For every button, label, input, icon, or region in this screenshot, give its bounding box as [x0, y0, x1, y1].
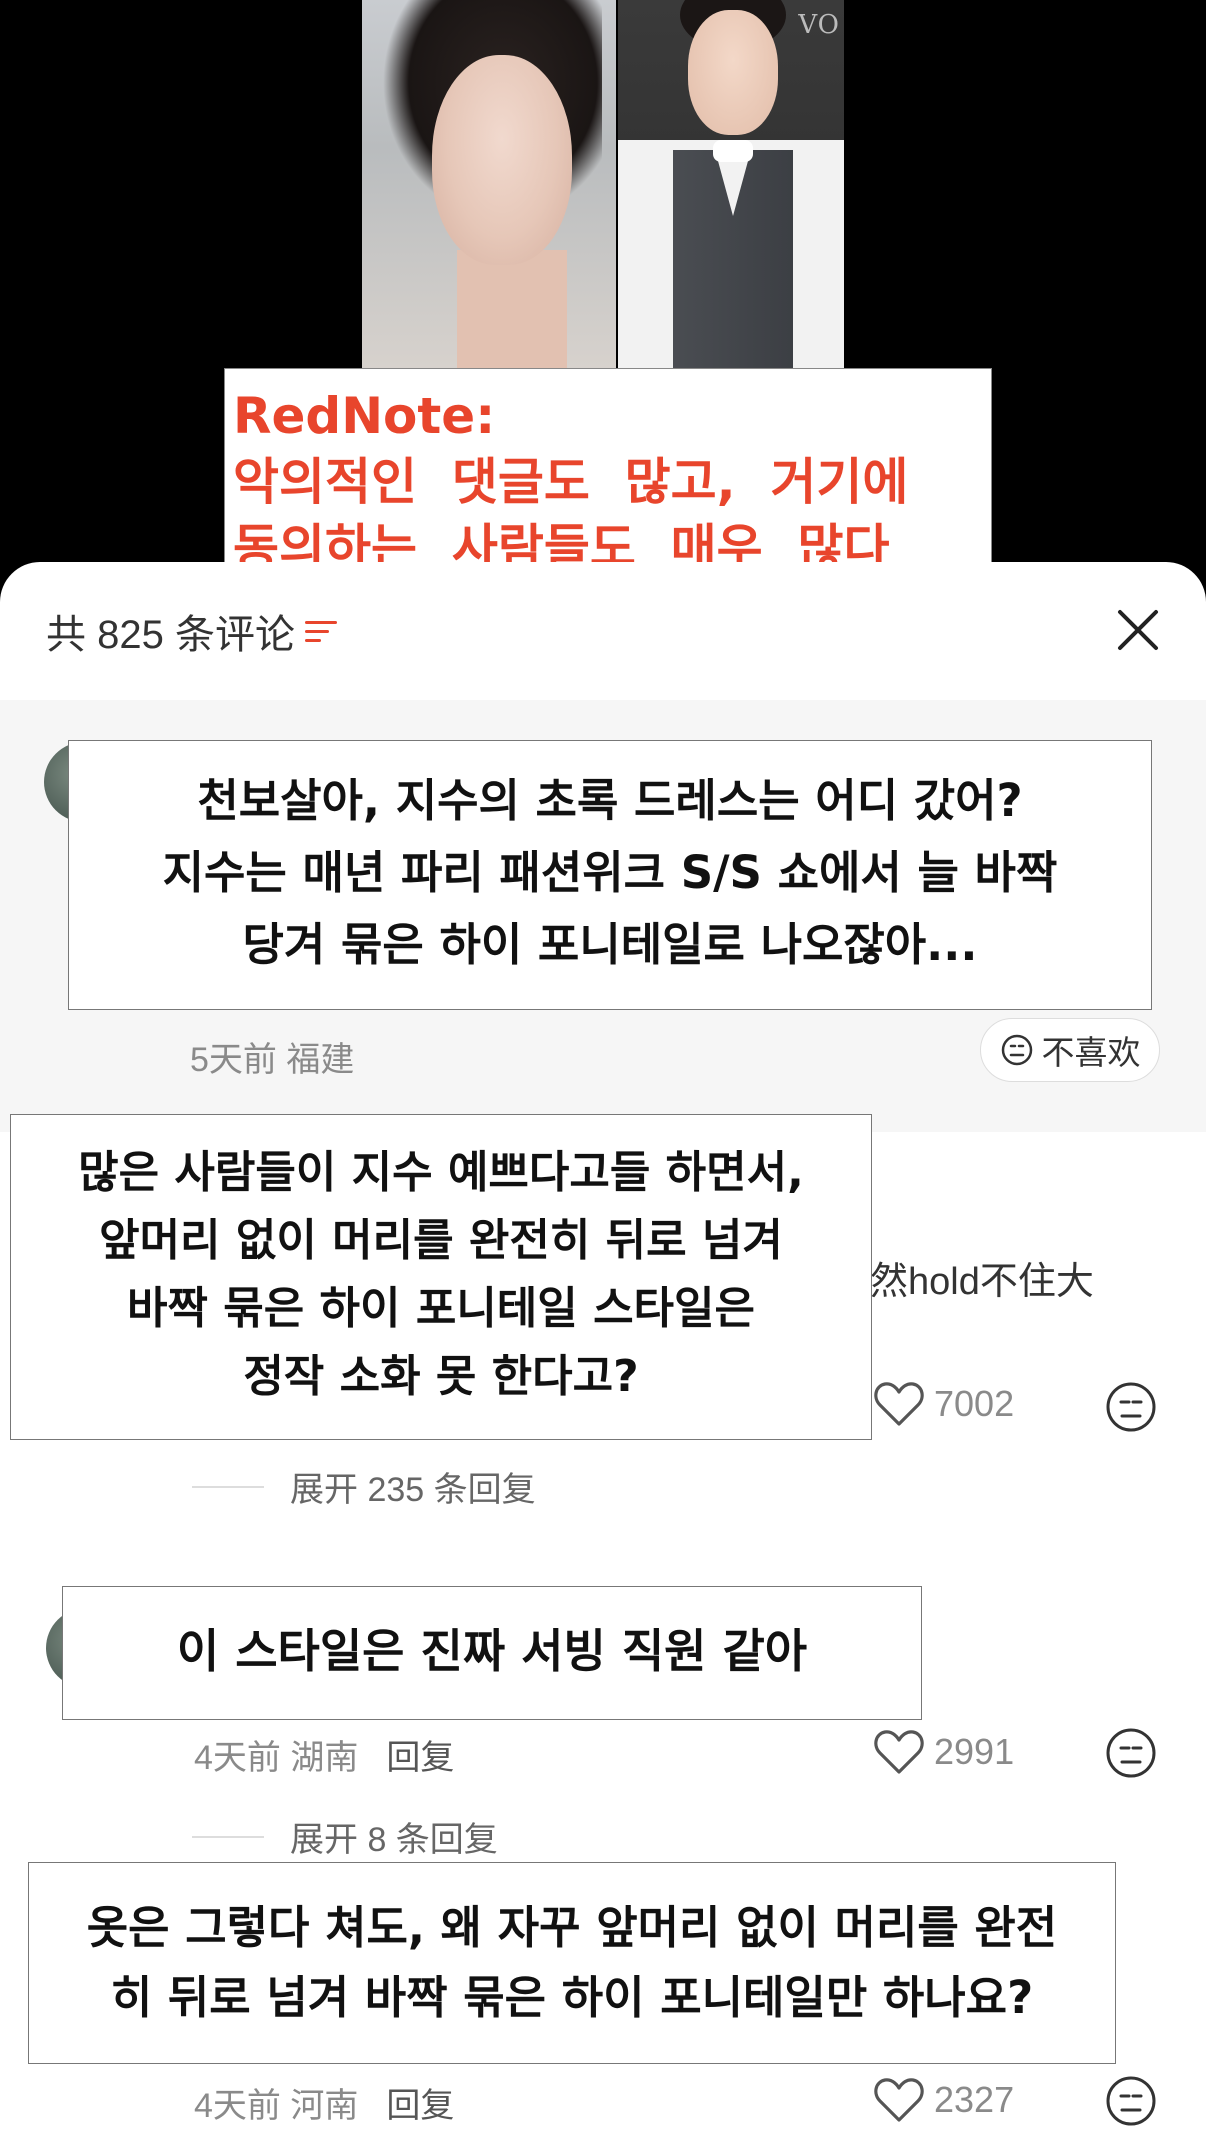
expand-replies[interactable]: 展开 8 条回复	[192, 1812, 498, 1861]
comment-location: 湖南	[290, 1739, 359, 1777]
dislike-icon[interactable]	[1104, 2074, 1158, 2132]
comment-text-box: 옷은 그렇다 쳐도, 왜 자꾸 앞머리 없이 머리를 완전 히 뒤로 넘겨 바짝…	[28, 1862, 1116, 2064]
photo-watermark: VO	[798, 10, 840, 40]
caption-title: RedNote:	[233, 387, 496, 445]
divider	[192, 1485, 264, 1488]
reply-link[interactable]: 回复	[386, 1739, 454, 1777]
comment-line: 지수는 매년 파리 패션위크 S/S 쇼에서 늘 바짝	[162, 846, 1058, 899]
reply-link[interactable]: 回复	[386, 2087, 454, 2125]
comment-line: 많은 사람들이 지수 예쁘다고들 하면서,	[78, 1147, 804, 1198]
heart-icon	[874, 1730, 924, 1774]
photo-portrait-right: VO	[618, 0, 844, 368]
dislike-label: 不喜欢	[1041, 1034, 1141, 1071]
caption-line: 악의적인 댓글도 많고, 거기에	[233, 453, 909, 511]
dislike-icon[interactable]	[1104, 1380, 1158, 1438]
comment-meta: 4天前 河南 回复	[194, 2078, 454, 2127]
comment-line: 옷은 그렇다 쳐도, 왜 자꾸 앞머리 없이 머리를 완전	[86, 1901, 1058, 1954]
meh-face-icon	[1001, 1034, 1032, 1066]
comment-text-box: 천보살아, 지수의 초록 드레스는 어디 갔어? 지수는 매년 파리 패션위크 …	[68, 740, 1152, 1010]
comment-text-box: 이 스타일은 진짜 서빙 직원 같아	[62, 1586, 922, 1720]
comment-time: 4天前	[194, 1739, 281, 1777]
comment-time: 5天前	[190, 1041, 277, 1079]
comment-meta: 5天前 福建	[190, 1032, 354, 1081]
dislike-button[interactable]: 不喜欢	[980, 1018, 1160, 1082]
comments-header: 共 825 条评论	[46, 604, 337, 658]
comment-partial-text: 然hold不住大	[870, 1261, 1094, 1303]
comment-line: 정작 소화 못 한다고?	[243, 1351, 639, 1402]
heart-icon	[874, 1382, 924, 1426]
like-count: 2991	[934, 1731, 1015, 1772]
divider	[192, 1835, 264, 1838]
expand-label: 展开 235 条回复	[290, 1471, 536, 1509]
like-button[interactable]: 7002	[872, 1380, 1014, 1428]
filter-icon[interactable]	[304, 615, 337, 647]
caption-box: RedNote: 악의적인 댓글도 많고, 거기에 동의하는 사람들도 매우 많…	[224, 368, 992, 592]
like-count: 7002	[934, 1383, 1015, 1424]
comment-line: 바짝 묶은 하이 포니테일 스타일은	[127, 1283, 755, 1334]
heart-icon	[874, 2078, 924, 2122]
comment-line: 당겨 묶은 하이 포니테일로 나오잖아...	[242, 918, 978, 971]
comment-line: 앞머리 없이 머리를 완전히 뒤로 넘겨	[99, 1215, 783, 1266]
comment-line: 이 스타일은 진짜 서빙 직원 같아	[176, 1624, 808, 1678]
comment-text-box: 많은 사람들이 지수 예쁘다고들 하면서, 앞머리 없이 머리를 완전히 뒤로 …	[10, 1114, 872, 1440]
comment-location: 福建	[286, 1041, 355, 1079]
like-button[interactable]: 2327	[872, 2076, 1014, 2124]
expand-label: 展开 8 条回复	[290, 1821, 498, 1859]
like-button[interactable]: 2991	[872, 1728, 1014, 1776]
comment-time: 4天前	[194, 2087, 281, 2125]
comment-meta: 4天前 湖南 回复	[194, 1730, 454, 1779]
comment-count: 共 825 条评论	[46, 613, 295, 657]
comment-line: 천보살아, 지수의 초록 드레스는 어디 갔어?	[197, 774, 1023, 827]
dislike-icon[interactable]	[1104, 1726, 1158, 1784]
expand-replies[interactable]: 展开 235 条回复	[192, 1462, 536, 1511]
close-icon[interactable]	[1112, 604, 1164, 656]
like-count: 2327	[934, 2079, 1015, 2120]
photo-portrait-left	[362, 0, 616, 368]
comment-location: 河南	[290, 2087, 359, 2125]
comment-line: 히 뒤로 넘겨 바짝 묶은 하이 포니테일만 하나요?	[110, 1971, 1034, 2024]
